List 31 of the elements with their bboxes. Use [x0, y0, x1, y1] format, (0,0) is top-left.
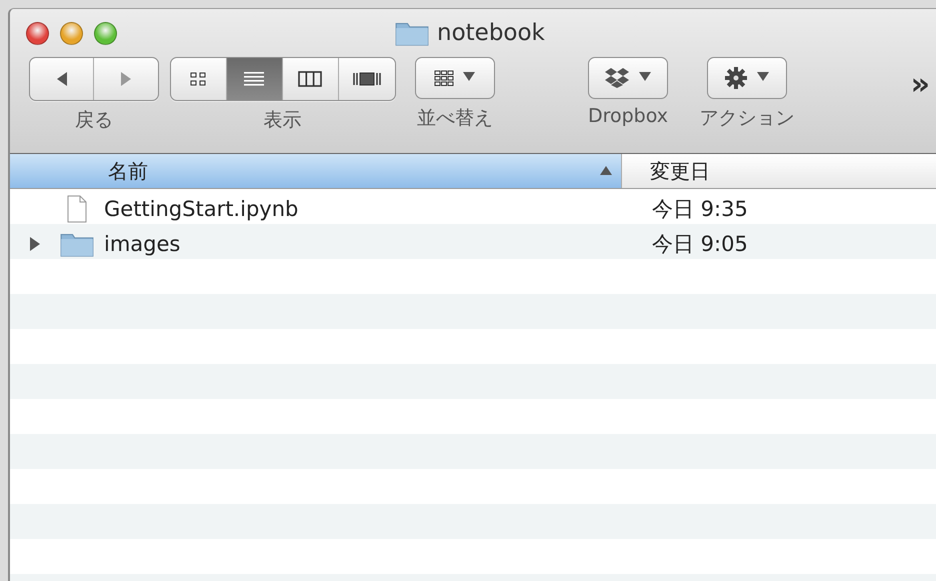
dropbox-icon: [604, 67, 630, 89]
modified-date: 今日 9:35: [651, 196, 748, 222]
back-arrow-icon: [54, 70, 68, 88]
action-button[interactable]: [707, 57, 787, 99]
gear-icon: [724, 66, 748, 90]
back-label: 戻る: [75, 108, 113, 133]
arrange-label: 並べ替え: [417, 106, 493, 131]
modified-date: 今日 9:05: [651, 230, 748, 258]
minimize-button[interactable]: [60, 22, 83, 44]
arrange-button[interactable]: [415, 57, 495, 99]
forward-arrow-icon: [119, 70, 133, 88]
view-mode-button[interactable]: [226, 58, 282, 100]
columns-icon: [298, 71, 322, 87]
dropbox-label: Dropbox: [588, 105, 668, 127]
cover-flow-icon: [352, 71, 380, 87]
zoom-button[interactable]: [94, 22, 117, 44]
column-header[interactable]: 名前: [10, 154, 622, 188]
column-label: 名前: [108, 158, 148, 184]
action-label: アクション: [700, 106, 794, 131]
document-icon: [66, 194, 88, 222]
window-title: notebook: [437, 20, 545, 46]
view-label: 表示: [264, 108, 302, 133]
column-label: 変更日: [650, 158, 710, 184]
arrange-icon: [434, 70, 454, 86]
list-icon: [243, 70, 265, 88]
close-button[interactable]: [26, 22, 49, 44]
dropbox-button[interactable]: [588, 57, 668, 99]
grid-icon: [189, 71, 207, 87]
file-name[interactable]: images: [104, 232, 180, 256]
file-name[interactable]: GettingStart.ipynb: [104, 196, 298, 220]
toolbar-overflow-button[interactable]: »: [910, 67, 930, 102]
